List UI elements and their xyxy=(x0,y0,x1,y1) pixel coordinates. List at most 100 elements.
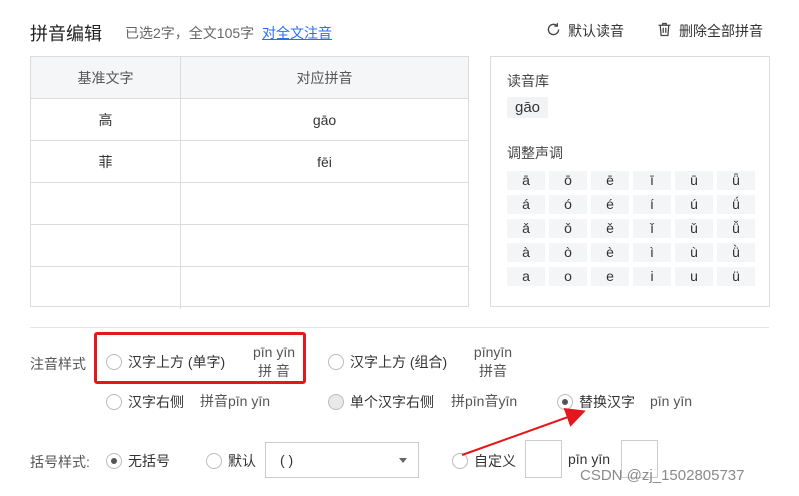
preview-pinyin: pīnyīn xyxy=(473,344,513,360)
adjust-tone-label: 调整声调 xyxy=(507,145,563,161)
preview-single-char-right: 拼pīn音yīn xyxy=(451,393,518,409)
tone-button[interactable]: i xyxy=(633,267,671,286)
tone-button[interactable]: u xyxy=(675,267,713,286)
table-row xyxy=(31,267,468,309)
delete-all-pinyin-button[interactable]: 删除全部拼音 xyxy=(656,21,763,41)
radio-label: 汉字右侧 xyxy=(128,394,184,410)
pinyin-cell xyxy=(181,225,468,266)
tone-button[interactable]: ü xyxy=(717,267,755,286)
header: 拼音编辑 已选2字，全文105字 对全文注音 默认读音 删除全部拼音 xyxy=(30,18,771,44)
selection-count: 已选2字，全文105字 xyxy=(125,25,255,41)
tone-button[interactable]: ǖ xyxy=(717,171,755,190)
reading-panel: 读音库 gāo 调整声调 ā ō ē ī ū ǖ á ó é í ú ǘ ǎ ǒ… xyxy=(490,56,770,307)
tone-button[interactable]: é xyxy=(591,195,629,214)
preview-hanzi: 拼音 xyxy=(479,363,507,379)
tone-button[interactable]: ù xyxy=(675,243,713,262)
radio-circle xyxy=(328,354,344,370)
annotation-style-label: 注音样式 xyxy=(30,356,86,372)
tone-button[interactable]: a xyxy=(507,267,545,286)
table-row xyxy=(31,183,468,225)
radio-circle-selected xyxy=(106,453,122,469)
annotate-all-link[interactable]: 对全文注音 xyxy=(262,25,332,41)
column-header-base-text: 基准文字 xyxy=(31,57,181,98)
radio-circle xyxy=(106,394,122,410)
tone-button[interactable]: á xyxy=(507,195,545,214)
pinyin-cell xyxy=(181,183,468,224)
table-row[interactable]: 菲 fēi xyxy=(31,141,468,183)
radio-circle-selected xyxy=(557,394,573,410)
watermark: CSDN @zj_1502805737 xyxy=(580,467,745,484)
radio-default-bracket[interactable]: 默认 xyxy=(206,451,256,471)
tone-button[interactable]: ě xyxy=(591,219,629,238)
base-char-cell: 高 xyxy=(31,99,181,140)
default-reading-button[interactable]: 默认读音 xyxy=(545,21,624,41)
radio-custom-bracket[interactable]: 自定义 xyxy=(452,451,516,471)
tone-button[interactable]: ǐ xyxy=(633,219,671,238)
radio-circle xyxy=(452,453,468,469)
tone-button[interactable]: ǒ xyxy=(549,219,587,238)
radio-single-char-right[interactable]: 单个汉字右侧 xyxy=(328,392,434,412)
pinyin-cell[interactable]: gāo xyxy=(181,99,468,140)
tone-button[interactable]: ò xyxy=(549,243,587,262)
radio-circle xyxy=(328,394,344,410)
pinyin-cell xyxy=(181,267,468,309)
radio-above-combined[interactable]: 汉字上方 (组合) xyxy=(328,352,447,372)
tone-button[interactable]: ǘ xyxy=(717,195,755,214)
trash-icon xyxy=(656,21,673,41)
tone-button[interactable]: ì xyxy=(633,243,671,262)
tone-button[interactable]: è xyxy=(591,243,629,262)
delete-all-label: 删除全部拼音 xyxy=(679,23,763,39)
dialog-title: 拼音编辑 xyxy=(30,24,102,44)
tone-button[interactable]: ā xyxy=(507,171,545,190)
base-char-cell xyxy=(31,225,181,266)
tone-button[interactable]: ǚ xyxy=(717,219,755,238)
highlight-box xyxy=(94,332,306,384)
tone-button[interactable]: à xyxy=(507,243,545,262)
reading-library-label: 读音库 xyxy=(507,73,549,89)
tone-grid: ā ō ē ī ū ǖ á ó é í ú ǘ ǎ ǒ ě ǐ ǔ ǚ à ò … xyxy=(507,171,755,286)
refresh-icon xyxy=(545,21,562,41)
table-row xyxy=(31,225,468,267)
table-header-row: 基准文字 对应拼音 xyxy=(31,57,468,99)
radio-label: 无括号 xyxy=(128,453,170,469)
preview-replace-hanzi: pīn yīn xyxy=(650,393,693,409)
tone-button[interactable]: ō xyxy=(549,171,587,190)
column-header-pinyin: 对应拼音 xyxy=(296,69,353,86)
section-divider xyxy=(30,327,769,328)
caret-down-icon xyxy=(399,458,407,463)
bracket-select-value: ( ) xyxy=(280,452,294,468)
radio-label: 默认 xyxy=(228,453,256,469)
default-reading-label: 默认读音 xyxy=(568,23,624,39)
bracket-style-label: 括号样式: xyxy=(30,454,90,470)
tone-button[interactable]: ī xyxy=(633,171,671,190)
preview-above-combined: pīnyīn 拼音 xyxy=(470,343,516,381)
radio-no-bracket[interactable]: 无括号 xyxy=(106,451,170,471)
tone-button[interactable]: ǎ xyxy=(507,219,545,238)
custom-preview: pīn yīn xyxy=(568,451,611,467)
tone-button[interactable]: e xyxy=(591,267,629,286)
pinyin-cell[interactable]: fēi xyxy=(181,141,468,182)
base-char-cell: 菲 xyxy=(31,141,181,182)
selection-info: 已选2字，全文105字 对全文注音 xyxy=(125,23,332,43)
base-char-cell xyxy=(31,183,181,224)
tone-button[interactable]: ē xyxy=(591,171,629,190)
pinyin-table: 基准文字 对应拼音 高 gāo 菲 fēi xyxy=(30,56,469,309)
radio-replace-hanzi[interactable]: 替换汉字 xyxy=(557,392,635,412)
bracket-select[interactable]: ( ) xyxy=(265,442,419,478)
tone-button[interactable]: ú xyxy=(675,195,713,214)
tone-button[interactable]: ū xyxy=(675,171,713,190)
radio-label: 自定义 xyxy=(474,453,516,469)
tone-button[interactable]: í xyxy=(633,195,671,214)
tone-button[interactable]: ǔ xyxy=(675,219,713,238)
tone-button[interactable]: ó xyxy=(549,195,587,214)
table-row[interactable]: 高 gāo xyxy=(31,99,468,141)
radio-label: 替换汉字 xyxy=(579,394,635,410)
preview-right-side: 拼音pīn yīn xyxy=(200,393,271,409)
tone-button[interactable]: o xyxy=(549,267,587,286)
tone-button[interactable]: ǜ xyxy=(717,243,755,262)
radio-right-side[interactable]: 汉字右侧 xyxy=(106,392,184,412)
radio-circle xyxy=(206,453,222,469)
left-bracket-input[interactable] xyxy=(525,440,562,478)
base-char-cell xyxy=(31,267,181,309)
reading-library-item[interactable]: gāo xyxy=(507,97,549,118)
